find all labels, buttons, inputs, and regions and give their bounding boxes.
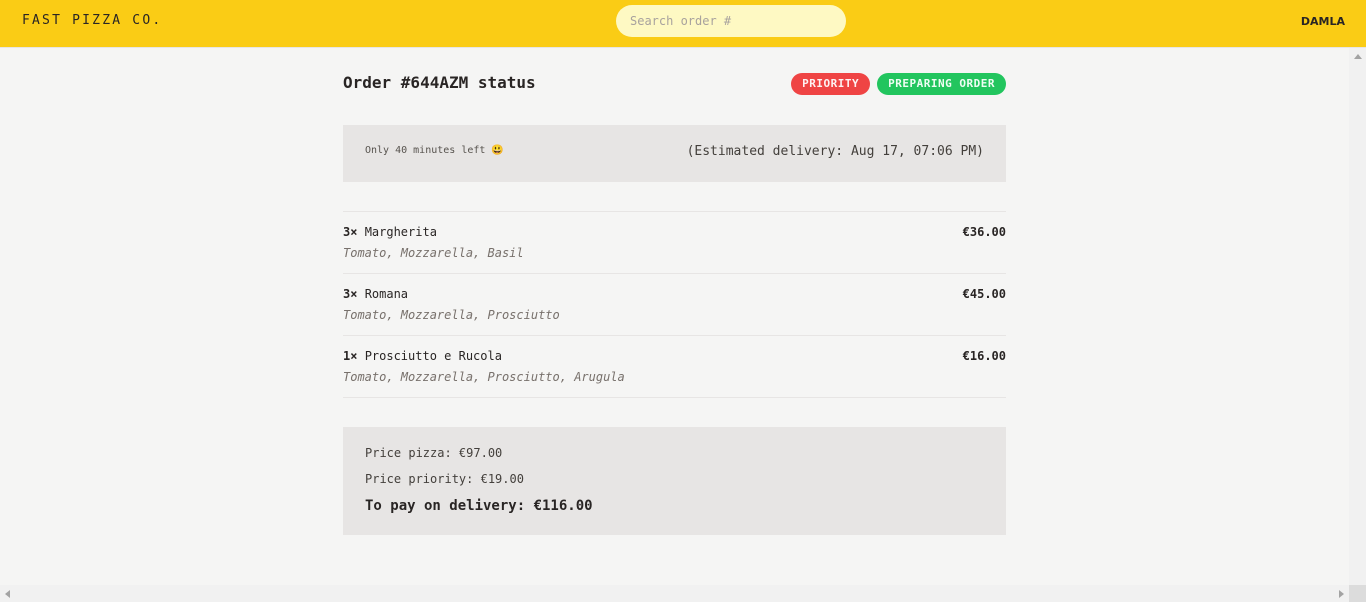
order-item: 3× Margherita €36.00 Tomato, Mozzarella,… xyxy=(343,212,1006,274)
status-badges: PRIORITY PREPARING ORDER xyxy=(791,73,1006,95)
item-title: Prosciutto e Rucola xyxy=(364,349,502,363)
scrollbar-corner xyxy=(1349,585,1366,602)
item-ingredients: Tomato, Mozzarella, Prosciutto xyxy=(343,308,560,322)
item-quantity: 3× xyxy=(343,287,358,301)
order-title-row: Order #644AZM status PRIORITY PREPARING … xyxy=(343,73,1006,95)
order-items-list: 3× Margherita €36.00 Tomato, Mozzarella,… xyxy=(343,211,1006,398)
scroll-right-arrow-icon[interactable] xyxy=(1339,590,1344,598)
item-ingredients: Tomato, Mozzarella, Basil xyxy=(343,246,524,260)
scroll-left-arrow-icon[interactable] xyxy=(5,590,10,598)
order-status-badge: PREPARING ORDER xyxy=(877,73,1006,95)
order-title: Order #644AZM status xyxy=(343,73,536,92)
item-name: 3× Margherita xyxy=(343,225,437,239)
scroll-up-arrow-icon[interactable] xyxy=(1354,54,1362,59)
horizontal-scrollbar[interactable] xyxy=(0,585,1349,602)
total-to-pay-text: To pay on delivery: €116.00 xyxy=(365,498,593,514)
priority-badge: PRIORITY xyxy=(791,73,871,95)
item-quantity: 1× xyxy=(343,349,358,363)
vertical-scrollbar[interactable] xyxy=(1349,48,1366,585)
estimated-delivery-text: (Estimated delivery: Aug 17, 07:06 PM) xyxy=(686,144,984,159)
item-price: €45.00 xyxy=(962,287,1006,301)
app-header: FAST PIZZA CO. DAMLA xyxy=(0,0,1366,48)
price-summary-panel: Price pizza: €97.00 Price priority: €19.… xyxy=(343,427,1006,535)
order-item: 1× Prosciutto e Rucola €16.00 Tomato, Mo… xyxy=(343,336,1006,398)
item-price: €16.00 xyxy=(962,349,1006,363)
order-item: 3× Romana €45.00 Tomato, Mozzarella, Pro… xyxy=(343,274,1006,336)
search-order-input[interactable] xyxy=(616,5,846,37)
item-title: Margherita xyxy=(364,225,437,239)
minutes-left-text: Only 40 minutes left 😃 xyxy=(365,145,504,156)
price-priority-text: Price priority: €19.00 xyxy=(365,472,524,486)
item-quantity: 3× xyxy=(343,225,358,239)
username-label: DAMLA xyxy=(1300,15,1345,28)
item-name: 1× Prosciutto e Rucola xyxy=(343,349,502,363)
item-name: 3× Romana xyxy=(343,287,408,301)
item-ingredients: Tomato, Mozzarella, Prosciutto, Arugula xyxy=(343,370,625,384)
item-price: €36.00 xyxy=(962,225,1006,239)
item-title: Romana xyxy=(364,287,409,301)
brand-logo-link[interactable]: FAST PIZZA CO. xyxy=(22,13,162,28)
delivery-estimate-panel: Only 40 minutes left 😃 (Estimated delive… xyxy=(343,125,1006,182)
price-pizza-text: Price pizza: €97.00 xyxy=(365,446,503,460)
